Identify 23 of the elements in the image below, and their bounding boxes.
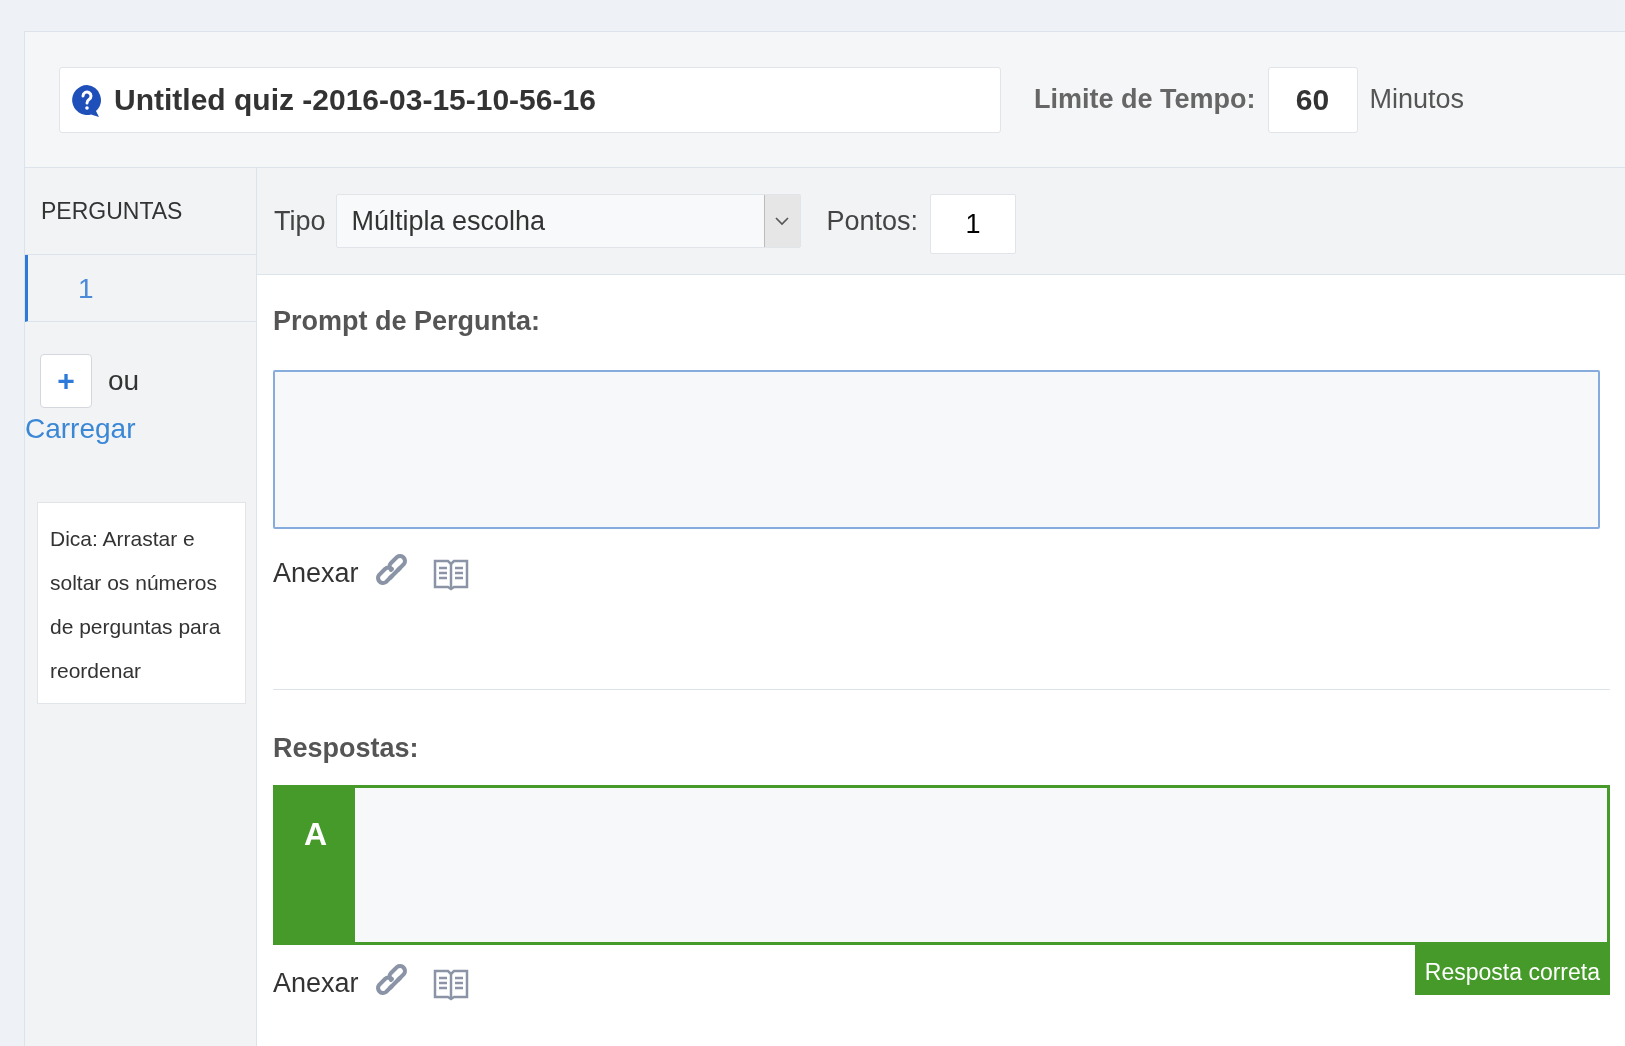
points-field[interactable]: 1 <box>930 194 1017 254</box>
prompt-field[interactable] <box>273 369 1600 529</box>
questions-heading: PERGUNTAS <box>41 196 183 226</box>
type-select[interactable]: Múltipla escolha <box>335 194 801 248</box>
type-label: Tipo <box>274 204 326 238</box>
points-label: Pontos: <box>826 204 919 238</box>
add-button[interactable]: + <box>40 354 92 408</box>
prompt-label: Prompt de Pergunta: <box>273 305 542 338</box>
correct-answer-tag: Resposta correta <box>1414 944 1610 995</box>
answer-letter: A <box>276 787 355 942</box>
answers-label: Respostas: <box>273 732 420 765</box>
tip-note: Dica: Arrastar e soltar os números de perguntas para reordenar <box>37 502 246 704</box>
time-limit-field[interactable]: 60 <box>1267 66 1358 133</box>
question-icon <box>70 82 104 117</box>
minutes-label: Minutos <box>1369 83 1465 117</box>
attach-label: Anexar <box>273 556 359 590</box>
time-limit-label: Limite de Tempo: <box>1034 83 1256 117</box>
quiz-title-field[interactable]: Untitled quiz -2016-03-15-10-56-16 <box>59 66 1001 133</box>
answer-field[interactable]: A <box>273 784 1610 945</box>
quiz-title: Untitled quiz -2016-03-15-10-56-16 <box>114 82 596 118</box>
caret-icon <box>774 216 791 226</box>
attach-label: Anexar <box>273 966 359 1000</box>
or-label: ou <box>108 364 140 398</box>
